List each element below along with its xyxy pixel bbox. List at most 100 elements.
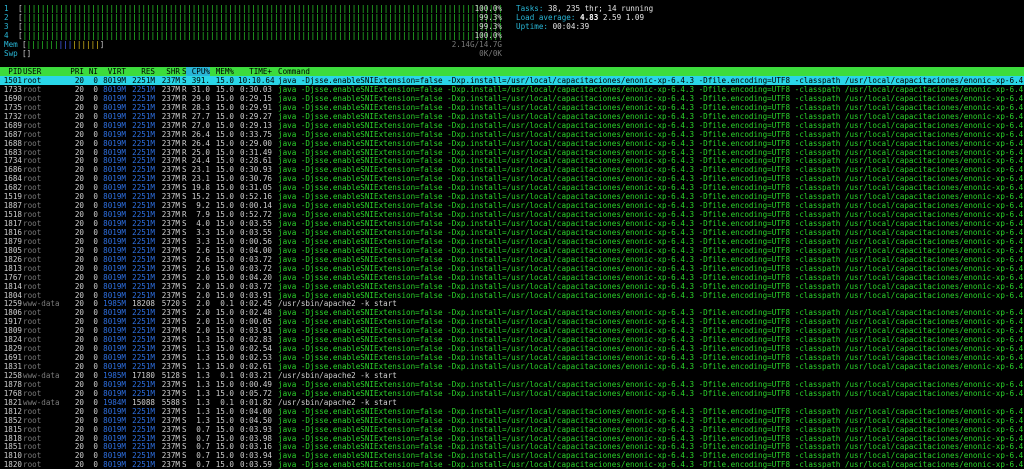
- user-cell: root: [23, 183, 42, 193]
- pid-cell: 1735: [3, 102, 22, 112]
- table-row[interactable]: 1735 root 20 0 8019M 2251M 237M R 28.3 15.0 0:29.9…: [0, 103, 1024, 112]
- res-cell: 2251M: [132, 353, 155, 363]
- table-row[interactable]: 1684 root 20 0 8019M 2251M 237M R 23.1 15.0 0:30.7…: [0, 174, 1024, 183]
- shr-cell: 237M: [161, 165, 180, 175]
- priority-cell: 20: [74, 406, 84, 416]
- table-row[interactable]: 1816 root 20 0 8019M 2251M 237M S 3.3 15.0 0:03.55…: [0, 228, 1024, 237]
- nice-cell: 0: [93, 442, 98, 452]
- table-row[interactable]: 1829 root 20 0 8019M 2251M 237M S 1.3 15.0 0:02.54…: [0, 344, 1024, 353]
- table-row[interactable]: 1851 root 20 0 8019M 2251M 237M S 0.7 15.0 0:03.16…: [0, 442, 1024, 451]
- table-row[interactable]: 1519 root 20 0 8019M 2251M 237M S 15.2 15.0 0:52.1…: [0, 192, 1024, 201]
- shr-cell: 237M: [161, 111, 180, 121]
- table-row[interactable]: 1686 root 20 0 8019M 2251M 237M S 23.1 15.0 0:30.9…: [0, 165, 1024, 174]
- virt-cell: 8019M: [103, 290, 126, 300]
- table-row[interactable]: 1767 root 20 0 8019M 2251M 237M S 2.0 15.0 0:04.20…: [0, 273, 1024, 282]
- pid-cell: 1816: [3, 227, 22, 237]
- shr-cell: 237M: [161, 236, 180, 246]
- virt-cell: 8019M: [103, 388, 126, 398]
- command-cell: java -Djsse.enableSNIExtension=false -Dx…: [278, 344, 1024, 354]
- table-row[interactable]: 1852 root 20 0 8019M 2251M 237M S 1.3 15.0 0:04.50…: [0, 416, 1024, 425]
- table-row[interactable]: 1824 root 20 0 8019M 2251M 237M S 1.3 15.0 0:02.83…: [0, 335, 1024, 344]
- cpu-cell: 1.3: [196, 353, 210, 363]
- mem-cell: 15.0: [215, 84, 234, 94]
- table-row[interactable]: 1814 root 20 0 8019M 2251M 237M S 2.0 15.0 0:03.72…: [0, 282, 1024, 291]
- cpu-cell: 15.2: [191, 192, 210, 202]
- table-row[interactable]: 1818 root 20 0 8019M 2251M 237M S 0.7 15.0 0:03.98…: [0, 434, 1024, 443]
- res-cell: 2251M: [132, 236, 155, 246]
- table-row[interactable]: 1691 root 20 0 8019M 2251M 237M S 1.3 15.0 0:02.53…: [0, 353, 1024, 362]
- pid-cell: 1805: [3, 245, 22, 255]
- table-row[interactable]: 1687 root 20 0 8019M 2251M 237M R 26.4 15.0 0:33.7…: [0, 130, 1024, 139]
- time-cell: 0:31.05: [239, 183, 272, 193]
- command-cell: java -Djsse.enableSNIExtension=false -Dx…: [278, 174, 1024, 184]
- table-row[interactable]: 1879 root 20 0 8019M 2251M 237M S 3.3 15.0 0:00.56…: [0, 237, 1024, 246]
- meter-bar: [|||||||||||||||||||||||||||||||||||||||…: [18, 4, 504, 13]
- tasks-value: 38, 235 thr; 14 running: [548, 4, 654, 13]
- meter-fill: ||||||||||||||||: [26, 40, 100, 49]
- table-row[interactable]: 1768 root 20 0 8019M 2251M 237M S 1.3 15.0 0:05.72…: [0, 389, 1024, 398]
- table-row[interactable]: 1806 root 20 0 8019M 2251M 237M S 2.0 15.0 0:02.48…: [0, 308, 1024, 317]
- col-pri[interactable]: PRI: [64, 67, 84, 76]
- virt-cell: 8019M: [103, 263, 126, 273]
- table-row[interactable]: 1688 root 20 0 8019M 2251M 237M R 26.4 15.0 0:29.0…: [0, 139, 1024, 148]
- col-mem[interactable]: MEM%: [212, 67, 234, 76]
- table-row[interactable]: 1682 root 20 0 8019M 2251M 237M S 19.8 15.0 0:31.0…: [0, 183, 1024, 192]
- table-row[interactable]: 1887 root 20 0 8019M 2251M 237M S 9.2 15.0 0:00.14…: [0, 201, 1024, 210]
- table-row[interactable]: 1826 root 20 0 8019M 2251M 237M S 2.6 15.0 0:03.72…: [0, 255, 1024, 264]
- nice-cell: 0: [93, 76, 98, 85]
- col-shr[interactable]: SHR: [158, 67, 180, 76]
- table-row[interactable]: 1734 root 20 0 8019M 2251M 237M R 24.4 15.0 0:28.6…: [0, 156, 1024, 165]
- time-cell: 0:29.15: [239, 93, 272, 103]
- command-cell: java -Djsse.enableSNIExtension=false -Dx…: [278, 192, 1024, 202]
- col-cpu[interactable]: CPU%: [186, 67, 210, 76]
- table-row[interactable]: 1878 root 20 0 8019M 2251M 237M S 1.3 15.0 0:00.49…: [0, 380, 1024, 389]
- table-row[interactable]: 1917 root 20 0 8019M 2251M 237M S 2.0 15.0 0:00.05…: [0, 317, 1024, 326]
- table-row[interactable]: 1821 www-data 20 0 1984M 15088 5588 S 1.3 0.1 0:01…: [0, 398, 1024, 407]
- table-row[interactable]: 1518 root 20 0 8019M 2251M 237M R 7.9 15.0 0:52.72…: [0, 210, 1024, 219]
- table-row[interactable]: 1732 root 20 0 8019M 2251M 237M R 27.7 15.0 0:29.2…: [0, 112, 1024, 121]
- col-virt[interactable]: VIRT: [100, 67, 126, 76]
- virt-cell: 8019M: [103, 84, 126, 94]
- cpu-cell: 9.2: [196, 201, 210, 211]
- table-row[interactable]: 1817 root 20 0 8019M 2251M 237M S 4.0 15.0 0:03.55…: [0, 219, 1024, 228]
- table-row[interactable]: 1831 root 20 0 8019M 2251M 237M S 1.3 15.0 0:02.61…: [0, 362, 1024, 371]
- shr-cell: 237M: [161, 102, 180, 112]
- mem-cell: 15.0: [215, 165, 234, 175]
- table-row[interactable]: 1690 root 20 0 8019M 2251M 237M R 29.0 15.0 0:29.1…: [0, 94, 1024, 103]
- table-row[interactable]: 1733 root 20 0 8019M 2251M 237M R 31.0 15.0 0:30.0…: [0, 85, 1024, 94]
- res-cell: 2251M: [132, 102, 155, 112]
- table-row[interactable]: 1815 root 20 0 8019M 2251M 237M S 0.7 15.0 0:03.93…: [0, 425, 1024, 434]
- command-cell: java -Djsse.enableSNIExtension=false -Dx…: [278, 326, 1024, 336]
- res-cell: 2251M: [132, 93, 155, 103]
- table-row[interactable]: 1258 www-data 20 0 1985M 17180 5128 S 1.3 0.1 0:03…: [0, 371, 1024, 380]
- shr-cell: 237M: [161, 379, 180, 389]
- priority-cell: 20: [74, 174, 84, 184]
- table-row[interactable]: 1683 root 20 0 8019M 2251M 237M R 25.0 15.0 0:31.4…: [0, 148, 1024, 157]
- col-pid[interactable]: PID: [0, 67, 22, 76]
- table-row[interactable]: 1501 root 20 0 8019M 2251M 237M S 391. 15.0 10:10.…: [0, 76, 1024, 85]
- mem-cell: 15.0: [215, 227, 234, 237]
- nice-cell: 0: [93, 263, 98, 273]
- priority-cell: 20: [74, 227, 84, 237]
- shr-cell: 237M: [161, 317, 180, 327]
- col-user[interactable]: USER: [23, 67, 41, 76]
- priority-cell: 20: [74, 379, 84, 389]
- priority-cell: 20: [74, 156, 84, 166]
- table-row[interactable]: 1809 root 20 0 8019M 2251M 237M R 2.0 15.0 0:03.91…: [0, 326, 1024, 335]
- col-res[interactable]: RES: [129, 67, 155, 76]
- table-row[interactable]: 1805 root 20 0 8019M 2251M 237M S 2.6 15.0 0:04.00…: [0, 246, 1024, 255]
- table-row[interactable]: 1813 root 20 0 8019M 2251M 237M S 2.6 15.0 0:03.72…: [0, 264, 1024, 273]
- table-row[interactable]: 1812 root 20 0 8019M 2251M 237M S 1.3 15.0 0:04.00…: [0, 407, 1024, 416]
- table-row[interactable]: 1810 root 20 0 8019M 2251M 237M S 0.7 15.0 0:03.94…: [0, 451, 1024, 460]
- table-row[interactable]: 1259 www-data 20 0 1985M 18208 5720 S 2.0 0.1 0:02…: [0, 299, 1024, 308]
- command-cell: java -Djsse.enableSNIExtension=false -Dx…: [278, 442, 1024, 452]
- col-time[interactable]: TIME+: [238, 67, 272, 76]
- time-cell: 0:00.05: [239, 317, 272, 327]
- shr-cell: 237M: [161, 433, 180, 443]
- table-row[interactable]: 1689 root 20 0 8019M 2251M 237M R 27.0 15.0 0:29.1…: [0, 121, 1024, 130]
- user-cell: root: [23, 263, 42, 273]
- col-ni[interactable]: NI: [86, 67, 98, 76]
- col-command[interactable]: Command: [278, 67, 310, 76]
- virt-cell: 8019M: [103, 192, 126, 202]
- table-row[interactable]: 1804 root 20 0 8019M 2251M 237M S 2.0 15.0 0:03.91…: [0, 291, 1024, 300]
